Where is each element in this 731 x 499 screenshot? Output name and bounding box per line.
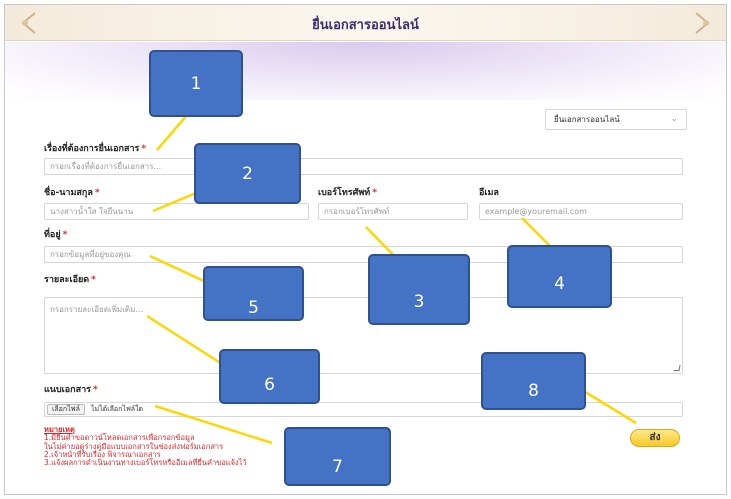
- document-type-value: ยื่นเอกสารออนไลน์: [554, 115, 620, 124]
- purple-banner: [5, 42, 726, 100]
- note-line-4: 3.แจ้งผลการดำเนินงานทางเบอร์โทรหรืออีเมล…: [44, 458, 247, 468]
- phone-input[interactable]: กรอกเบอร์โทรศัพท์: [318, 203, 468, 220]
- no-file-text: ไม่ได้เลือกไฟล์ใด: [91, 405, 144, 413]
- callout-3: 3: [368, 254, 470, 325]
- callout-6: 6: [219, 349, 320, 404]
- page-header: ยื่นเอกสารออนไลน์: [5, 5, 726, 41]
- chevron-down-icon: ⌄: [670, 114, 678, 124]
- callout-1: 1: [149, 50, 243, 117]
- ornament-right-icon: [695, 12, 710, 34]
- details-textarea[interactable]: กรอกรายละเอียดเพิ่มเติม...: [44, 297, 683, 374]
- attachment-field: เลือกไฟล์ ไม่ได้เลือกไฟล์ใด: [44, 402, 683, 417]
- subject-input[interactable]: กรอกเรื่องที่ต้องการยื่นเอกสาร...: [44, 158, 683, 175]
- callout-2: 2: [194, 143, 301, 204]
- callout-5: 5: [203, 266, 304, 321]
- resize-handle-icon[interactable]: [673, 365, 681, 371]
- send-button[interactable]: ส่ง: [630, 429, 680, 447]
- choose-file-button[interactable]: เลือกไฟล์: [47, 404, 85, 415]
- details-placeholder: กรอกรายละเอียดเพิ่มเติม...: [50, 305, 143, 314]
- name-label: ชื่อ-นามสกุล *: [44, 188, 100, 198]
- email-input[interactable]: example@youremail.com: [479, 203, 683, 220]
- note-block: หมายเหตุ 1.มียื่นคำขอดาวน์โหลดเอกสารเพื่…: [44, 425, 247, 468]
- callout-4: 4: [507, 245, 612, 308]
- callout-8: 8: [481, 352, 586, 410]
- document-type-select[interactable]: ยื่นเอกสารออนไลน์ ⌄: [545, 109, 687, 130]
- address-label: ที่อยู่ *: [44, 230, 68, 240]
- attachment-label: แนบเอกสาร *: [44, 385, 98, 395]
- callout-7: 7: [284, 427, 391, 486]
- phone-label: เบอร์โทรศัพท์ *: [318, 188, 377, 198]
- name-input[interactable]: นางสาวน้ำใส ใจยืนนาน: [44, 203, 309, 220]
- details-label: รายละเอียด *: [44, 275, 96, 285]
- page-title: ยื่นเอกสารออนไลน์: [312, 18, 419, 33]
- email-label: อีเมล: [479, 188, 499, 198]
- subject-label: เรื่องที่ต้องการยื่นเอกสาร *: [44, 144, 147, 154]
